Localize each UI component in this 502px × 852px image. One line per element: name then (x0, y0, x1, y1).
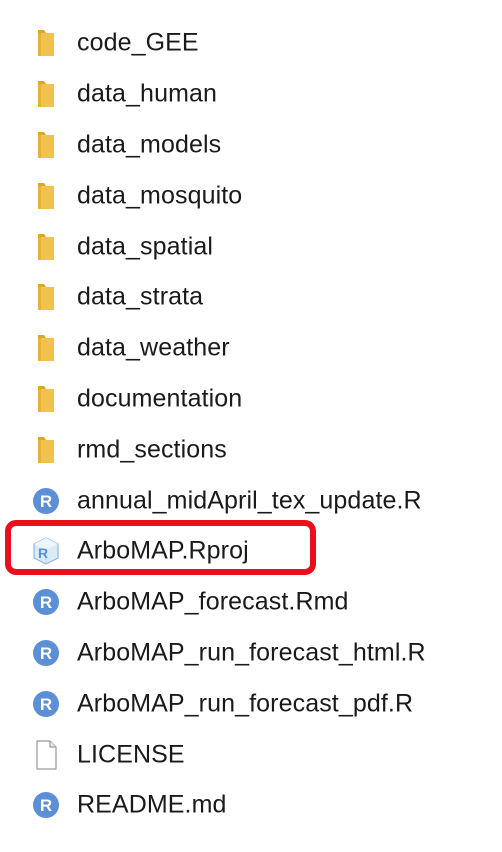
file-row[interactable]: rmd_sections (0, 424, 502, 475)
file-row[interactable]: R README.md (0, 780, 502, 831)
svg-text:R: R (40, 644, 52, 663)
folder-icon (31, 129, 61, 161)
folder-icon (31, 180, 61, 212)
folder-icon (31, 383, 61, 415)
file-row[interactable]: LICENSE (0, 729, 502, 780)
folder-icon (31, 332, 61, 364)
folder-icon (31, 281, 61, 313)
file-name: LICENSE (77, 740, 185, 769)
file-row[interactable]: data_models (0, 120, 502, 171)
r-file-icon: R (31, 485, 61, 517)
r-file-icon: R (31, 789, 61, 821)
file-name: data_mosquito (77, 181, 243, 210)
file-name: ArboMAP_run_forecast_pdf.R (77, 689, 414, 718)
file-name: ArboMAP.Rproj (77, 536, 249, 565)
file-name: data_models (77, 130, 222, 159)
file-name: annual_midApril_tex_update.R (77, 486, 422, 515)
file-row[interactable]: data_human (0, 69, 502, 120)
file-name: rmd_sections (77, 435, 227, 464)
file-name: documentation (77, 384, 243, 413)
blank-file-icon (31, 739, 61, 771)
file-row[interactable]: Rannual_midApril_tex_update.R (0, 475, 502, 526)
folder-icon (31, 434, 61, 466)
folder-icon (31, 231, 61, 263)
svg-text:R: R (40, 593, 52, 612)
file-row[interactable]: data_mosquito (0, 170, 502, 221)
file-name: data_strata (77, 282, 204, 311)
file-row[interactable]: code_GEE (0, 18, 502, 69)
file-name: ArboMAP_run_forecast_html.R (77, 638, 426, 667)
file-name: data_spatial (77, 232, 214, 261)
file-row[interactable]: data_strata (0, 272, 502, 323)
file-list: code_GEE data_human data_models data_mosqui… (0, 18, 502, 831)
svg-text:R: R (40, 492, 52, 511)
file-row[interactable]: data_weather (0, 323, 502, 374)
r-file-icon: R (31, 688, 61, 720)
file-name: data_weather (77, 333, 230, 362)
svg-text:R: R (40, 796, 52, 815)
file-row[interactable]: R ArboMAP_forecast.Rmd (0, 577, 502, 628)
file-name: data_human (77, 79, 218, 108)
file-row[interactable]: data_spatial (0, 221, 502, 272)
file-name: README.md (77, 790, 227, 819)
file-name: code_GEE (77, 28, 199, 57)
folder-icon (31, 78, 61, 110)
svg-text:R: R (40, 695, 52, 714)
svg-text:R: R (38, 545, 48, 561)
file-row[interactable]: R ArboMAP_run_forecast_pdf.R (0, 678, 502, 729)
file-name: ArboMAP_forecast.Rmd (77, 587, 349, 616)
file-row[interactable]: R ArboMAP_run_forecast_html.R (0, 628, 502, 679)
rproj-file-icon: R (31, 535, 61, 567)
file-row[interactable]: documentation (0, 374, 502, 425)
r-file-icon: R (31, 637, 61, 669)
r-file-icon: R (31, 586, 61, 618)
file-row[interactable]: R ArboMAP.Rproj (0, 526, 502, 577)
folder-icon (31, 27, 61, 59)
